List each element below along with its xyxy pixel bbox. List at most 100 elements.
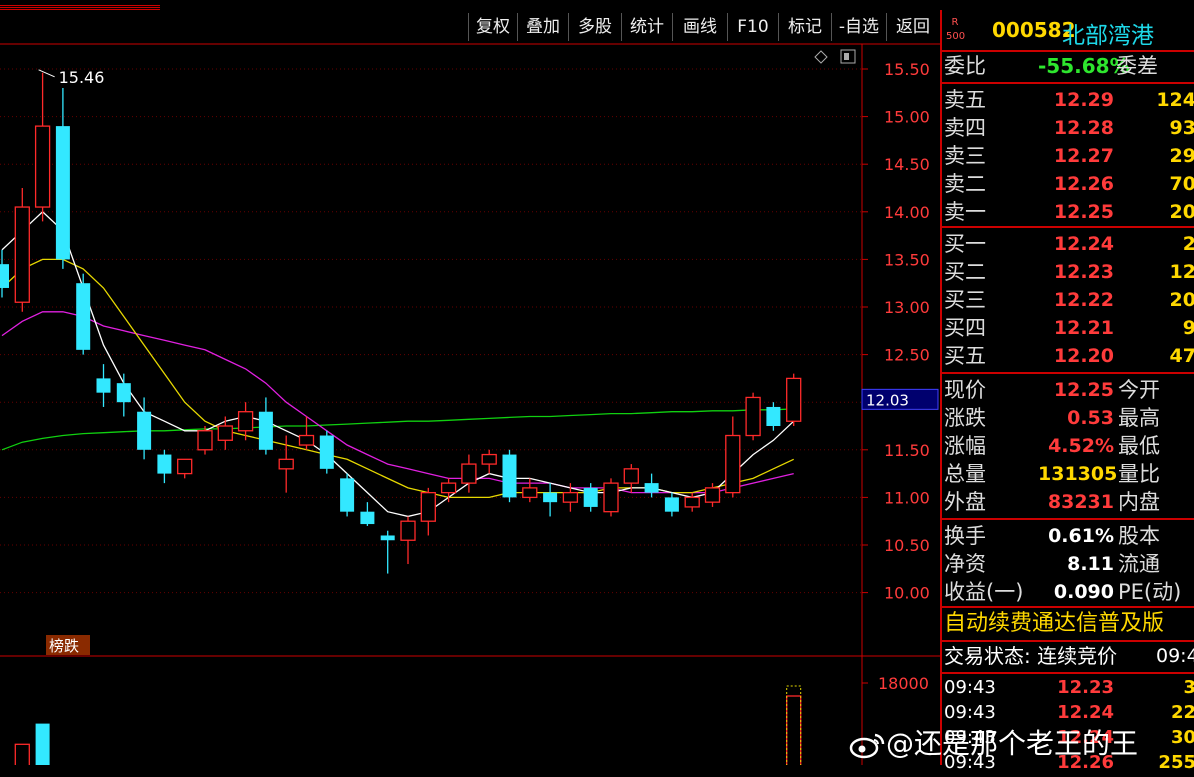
mark-button[interactable]: 标记: [778, 13, 831, 41]
chart-toolbar: 复权 叠加 多股 统计 画线 F10 标记 -自选 返回: [0, 10, 940, 44]
weibi-row: 委比 -55.68% 委差: [944, 54, 1158, 78]
price-tick-label: 13.50: [884, 250, 930, 269]
ask-row: 卖二 12.26 70: [944, 172, 1194, 196]
candle-body-up: [177, 458, 193, 475]
candle-body-up: [420, 491, 436, 522]
candle-body-down: [360, 511, 375, 525]
candle-body-up: [34, 125, 51, 208]
candle-body-up: [14, 206, 30, 303]
back-button[interactable]: 返回: [886, 13, 939, 41]
quote-row: 现价 12.25 今开: [944, 378, 1160, 402]
candle-body-up: [481, 453, 497, 465]
weibo-icon: [849, 733, 885, 759]
candle-body-up: [684, 496, 700, 508]
candle-body-up: [786, 377, 802, 422]
candle-body-down: [340, 478, 355, 512]
candle-body-down: [644, 483, 659, 493]
current-price-label: 12.03: [866, 391, 909, 409]
multi-stock-button[interactable]: 多股: [568, 13, 621, 41]
candle-body-down: [55, 126, 70, 260]
candle-body-down: [664, 497, 679, 512]
price-tick-label: 11.00: [884, 488, 930, 507]
volume-bar-up: [14, 743, 30, 765]
candle-body-down: [96, 378, 111, 393]
price-tick-label: 15.50: [884, 60, 930, 79]
title-strip: [0, 5, 160, 6]
candle-body-down: [137, 411, 152, 450]
quote-row: 涨跌 0.53 最高: [944, 406, 1160, 430]
f10-button[interactable]: F10: [727, 13, 778, 41]
high-marker: [38, 69, 55, 78]
bang-die-label: 榜跌: [49, 637, 79, 655]
price-tick-label: 15.00: [884, 108, 930, 127]
volume-tick-label: 18000: [878, 674, 929, 693]
ask-row: 卖五 12.29 124: [944, 88, 1194, 112]
candle-body-up: [522, 487, 538, 499]
candle-body-up: [745, 396, 761, 437]
title-strip: [0, 7, 160, 8]
quote-row: 总量 131305 量比: [944, 462, 1160, 486]
volume-bar-down: [35, 723, 50, 765]
draw-line-button[interactable]: 画线: [672, 13, 727, 41]
candle-body-down: [583, 487, 598, 507]
price-tick-label: 14.00: [884, 203, 930, 222]
candle-body-down: [0, 264, 9, 288]
fund-row: 收益(一) 0.090 PE(动): [944, 580, 1182, 604]
bid-row: 买五 12.20 47: [944, 344, 1194, 368]
candle-body-up: [440, 482, 457, 494]
kline-chart[interactable]: 15.5015.0014.5014.0013.5013.0012.5012.00…: [0, 0, 940, 765]
price-tick-label: 14.50: [884, 155, 930, 174]
r-badge: R 500: [946, 17, 966, 42]
candle-body-up: [298, 434, 315, 446]
candle-body-up: [562, 491, 579, 503]
candle-body-up: [237, 411, 254, 432]
candle-body-down: [157, 454, 172, 474]
window-icon-inner: [844, 53, 849, 60]
candle-body-up: [197, 430, 213, 451]
ask-row: 卖一 12.25 20: [944, 200, 1194, 224]
price-tick-label: 12.50: [884, 346, 930, 365]
bid-row: 买二 12.23 12: [944, 260, 1194, 284]
candle-body-up: [704, 487, 721, 503]
price-tick-label: 11.50: [884, 441, 930, 460]
quote-row: 涨幅 4.52% 最低: [944, 434, 1160, 458]
price-tick-label: 10.00: [884, 584, 930, 603]
fund-row: 净资 8.11 流通: [944, 552, 1160, 576]
price-tick-label: 10.50: [884, 536, 930, 555]
weibo-watermark: @还是那个老王的王: [848, 722, 1138, 762]
candle-body-down: [116, 383, 131, 403]
overlay-button[interactable]: 叠加: [517, 13, 568, 41]
candle-body-down: [543, 492, 558, 503]
quote-row: 外盘 83231 内盘: [944, 490, 1160, 514]
bid-row: 买三 12.22 20: [944, 288, 1194, 312]
quote-panel: R 500 000582 北部湾港 委比 -55.68% 委差 自动续费通达信普…: [940, 10, 1194, 773]
tick-row: 09:43 12.23 3: [944, 677, 1194, 698]
ma5-line: [1, 210, 795, 518]
ask-row: 卖三 12.27 29: [944, 144, 1194, 168]
diamond-icon: [814, 50, 828, 64]
candle-body-up: [623, 468, 639, 484]
candle-body-up: [461, 463, 477, 484]
candle-body-up: [217, 425, 233, 441]
candle-body-up: [400, 520, 416, 541]
promo-banner[interactable]: 自动续费通达信普及版: [942, 610, 1194, 638]
candle-body-up: [603, 482, 619, 513]
fund-row: 换手 0.61% 股本: [944, 524, 1160, 548]
fuquan-button[interactable]: 复权: [468, 13, 517, 41]
stock-name: 北部湾港: [1062, 23, 1154, 49]
high-annotation: 15.46: [59, 68, 105, 87]
stock-header: R 500 000582 北部湾港: [942, 12, 1194, 50]
trading-status: 交易状态: 连续竞价 09:4: [944, 644, 1194, 668]
candle-body-down: [502, 454, 517, 498]
candle-body-down: [258, 411, 273, 450]
self-select-button[interactable]: -自选: [831, 13, 886, 41]
candle-body-down: [76, 283, 91, 350]
candle-body-down: [766, 406, 781, 426]
ma60-line: [1, 408, 794, 451]
statistics-button[interactable]: 统计: [621, 13, 672, 41]
candle-body-up: [278, 458, 294, 470]
candle-body-down: [380, 535, 395, 541]
volume-bar-up: [786, 695, 802, 765]
bid-row: 买一 12.24 2: [944, 232, 1194, 256]
price-tick-label: 13.00: [884, 298, 930, 317]
